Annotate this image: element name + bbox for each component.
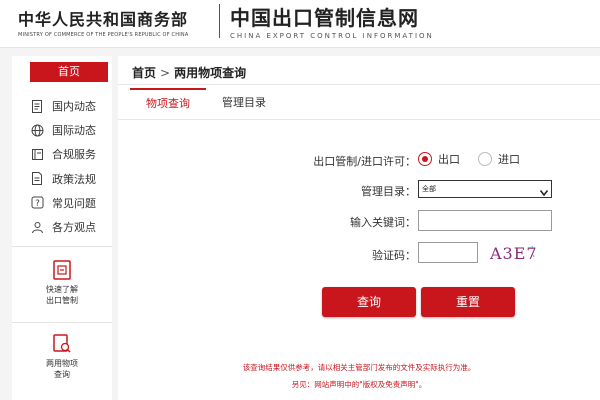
sidebar-item-viewpoints[interactable]: 各方观点 <box>12 215 112 239</box>
sidebar-item-label: 常见问题 <box>52 196 96 210</box>
export-control-icon <box>53 260 71 280</box>
radio-export[interactable]: 出口 <box>418 151 460 167</box>
radio-export-label: 出口 <box>438 153 460 166</box>
reset-button[interactable]: 重置 <box>421 287 515 317</box>
catalog-label: 管理目录： <box>361 185 416 198</box>
sidebar-item-label: 政策法规 <box>52 172 96 186</box>
sidebar-divider <box>12 322 112 323</box>
quick-link-line1: 快速了解 <box>46 285 78 294</box>
query-button[interactable]: 查询 <box>322 287 416 317</box>
captcha-label: 验证码： <box>372 249 416 262</box>
captcha-image[interactable]: A3E7 <box>488 242 538 264</box>
breadcrumb: 首页 > 两用物项查询 <box>132 64 246 81</box>
sidebar-item-label: 各方观点 <box>52 221 96 235</box>
item-search-icon <box>53 334 71 354</box>
tab-catalog[interactable]: 管理目录 <box>206 88 282 118</box>
question-icon: ? <box>30 196 44 210</box>
site-header: 中华人民共和国商务部 MINISTRY OF COMMERCE OF THE P… <box>0 0 600 48</box>
sidebar-divider <box>12 246 112 247</box>
captcha-text: A3E7 <box>489 244 538 263</box>
svg-text:?: ? <box>35 199 40 209</box>
people-icon <box>30 220 44 234</box>
tab-bar: 物项查询 管理目录 <box>130 88 282 118</box>
catalog-select[interactable]: 全部 <box>418 180 552 198</box>
radio-unchecked-icon <box>478 152 492 166</box>
tab-divider <box>118 119 600 120</box>
file-icon <box>30 172 44 186</box>
breadcrumb-divider <box>118 84 600 85</box>
quick-link-line2: 查询 <box>54 370 70 379</box>
sidebar: 首页 国内动态 国际动态 合规服务 政策法规 ? 常见问题 各方观点 快速了解 … <box>12 56 112 400</box>
quick-link-export-control[interactable]: 快速了解 出口管制 <box>12 260 112 306</box>
license-label: 出口管制/进口许可： <box>313 155 416 168</box>
breadcrumb-current: 两用物项查询 <box>174 66 247 80</box>
quick-link-line1: 两用物项 <box>46 359 78 368</box>
see-also-text: 另见：网站声明中的"版权及免责声明"。 <box>291 380 427 389</box>
sidebar-item-faq[interactable]: ? 常见问题 <box>12 191 112 215</box>
sidebar-item-international-news[interactable]: 国际动态 <box>12 118 112 142</box>
site-title-en: CHINA EXPORT CONTROL INFORMATION <box>230 32 434 40</box>
sidebar-nav: 国内动态 国际动态 合规服务 政策法规 ? 常见问题 各方观点 <box>12 94 112 239</box>
breadcrumb-home[interactable]: 首页 <box>132 66 156 80</box>
sidebar-item-label: 国际动态 <box>52 124 96 138</box>
site-title-cn: 中国出口管制信息网 <box>230 6 419 30</box>
sidebar-item-policies[interactable]: 政策法规 <box>12 167 112 191</box>
document-icon <box>30 99 44 113</box>
radio-import[interactable]: 进口 <box>478 151 520 167</box>
quick-link-line2: 出口管制 <box>46 296 78 305</box>
keyword-input[interactable] <box>418 210 552 231</box>
main-panel: 首页 > 两用物项查询 物项查询 管理目录 出口管制/进口许可： 出口 进口 管理目… <box>118 56 600 400</box>
breadcrumb-separator: > <box>160 66 171 80</box>
tab-item-query[interactable]: 物项查询 <box>130 88 206 118</box>
sidebar-home-button[interactable]: 首页 <box>30 62 108 82</box>
catalog-select-value: 全部 <box>422 185 436 193</box>
sidebar-item-compliance[interactable]: 合规服务 <box>12 142 112 166</box>
captcha-input[interactable] <box>418 242 478 263</box>
book-icon <box>30 147 44 161</box>
mofcom-logo[interactable]: 中华人民共和国商务部 MINISTRY OF COMMERCE OF THE P… <box>18 6 218 38</box>
disclaimer-text: 该查询结果仅供参考，请以相关主管部门发布的文件及实际执行为准。 <box>242 363 476 372</box>
sidebar-item-domestic-news[interactable]: 国内动态 <box>12 94 112 118</box>
chevron-down-icon <box>539 186 549 202</box>
sidebar-item-label: 国内动态 <box>52 100 96 114</box>
radio-import-label: 进口 <box>498 153 520 166</box>
mofcom-name-en: MINISTRY OF COMMERCE OF THE PEOPLE'S REP… <box>18 32 189 38</box>
globe-icon <box>30 123 44 137</box>
header-divider <box>219 4 220 38</box>
site-logo[interactable]: 中国出口管制信息网 CHINA EXPORT CONTROL INFORMATI… <box>230 2 434 40</box>
keyword-label: 输入关键词： <box>350 216 416 229</box>
license-radio-group: 出口 进口 <box>418 151 538 167</box>
radio-checked-icon <box>418 152 432 166</box>
mofcom-name-cn: 中华人民共和国商务部 <box>18 10 189 29</box>
sidebar-item-label: 合规服务 <box>52 148 96 162</box>
quick-link-item-search[interactable]: 两用物项 查询 <box>12 334 112 380</box>
